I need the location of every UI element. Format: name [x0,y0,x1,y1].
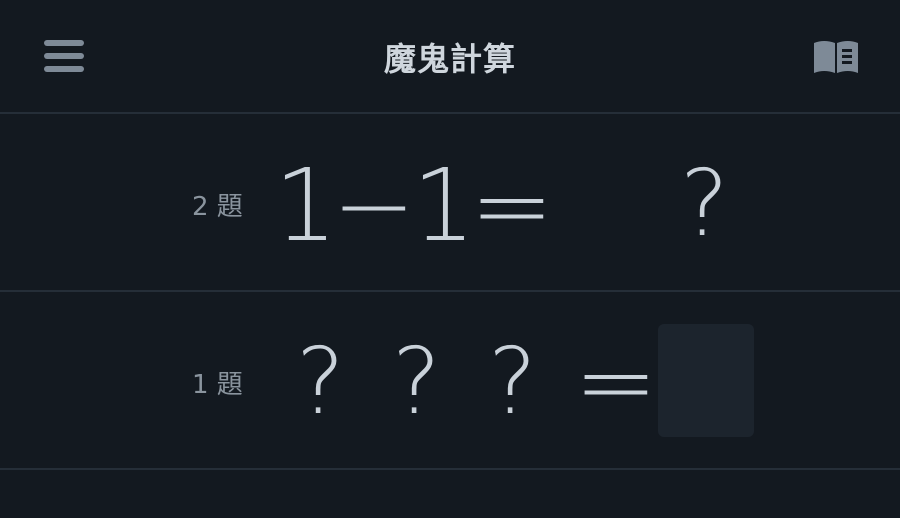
operator: ? [392,328,441,435]
page-title: 魔鬼計算 [383,40,516,78]
question-row: 1 題 ? ? ? = [0,292,900,470]
equals-sign: = [470,147,554,264]
book-icon[interactable] [812,38,860,76]
operator: − [332,147,416,264]
right-operand: ? [488,328,537,435]
left-operand: 1 [274,147,338,264]
answer-value: ? [680,150,729,257]
question-number: 1 題 [192,370,243,400]
question-row: 2 題 1 − 1 = ? [0,114,900,292]
answer-input[interactable] [658,324,754,437]
app-header: 魔鬼計算 [0,0,900,114]
equals-sign: = [574,323,658,440]
left-operand: ? [296,328,345,435]
question-number: 2 題 [192,192,243,222]
app-root: 魔鬼計算 2 題 1 − 1 = ? 1 題 ? ? ? = [0,0,900,518]
right-operand: 1 [412,147,476,264]
